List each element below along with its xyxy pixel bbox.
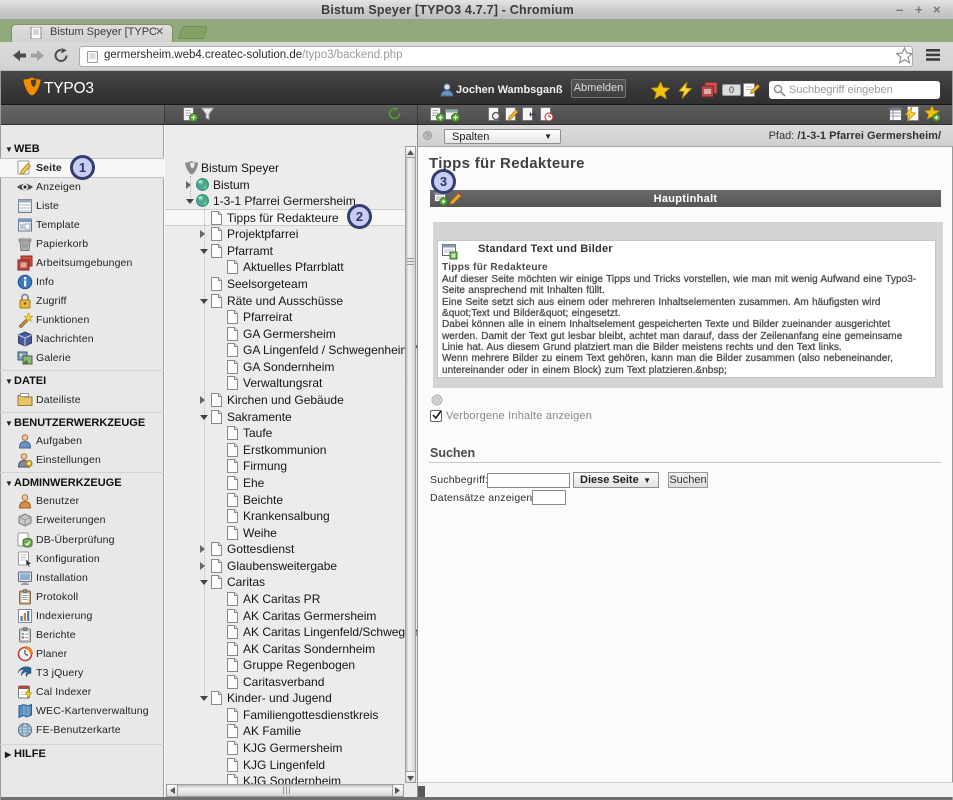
svg-text:?: ? — [426, 133, 430, 140]
